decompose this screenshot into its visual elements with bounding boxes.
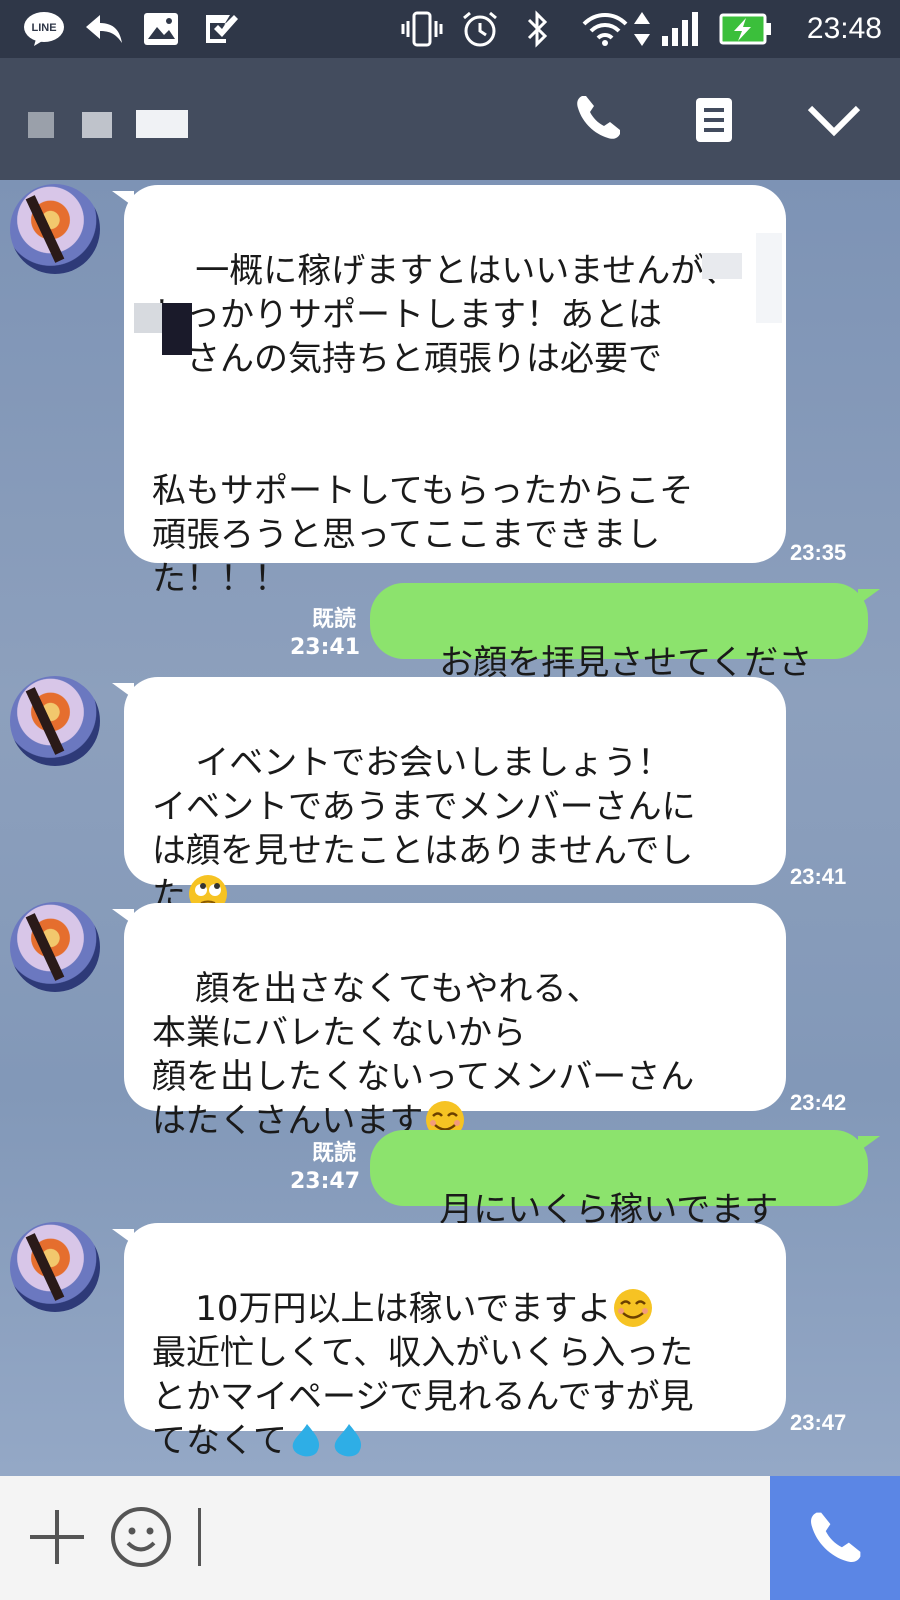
message-text: 最近忙しくて、収入がいくら入った とかマイページで見れるんですが見 てなくて	[152, 1333, 694, 1461]
message-timestamp: 23:47	[790, 1410, 847, 1435]
message-timestamp: 23:35	[790, 540, 847, 565]
wifi-icon	[580, 8, 630, 50]
image-icon	[142, 8, 180, 50]
chevron-down-icon[interactable]	[806, 102, 862, 138]
smile-emoji	[614, 1289, 653, 1327]
alarm-icon	[460, 8, 500, 50]
message-composer	[0, 1476, 900, 1600]
message-bubble-incoming[interactable]: 一概に稼げますとはいいませんが、 しっかりサポートします！あとは さんの気持ちと…	[112, 185, 786, 599]
svg-text:LINE: LINE	[31, 22, 56, 34]
redacted-text	[702, 253, 742, 279]
phone-icon	[811, 1512, 861, 1562]
contact-name-redacted[interactable]	[26, 110, 196, 140]
redacted-text	[756, 233, 782, 323]
message-timestamp: 23:41	[790, 864, 847, 889]
reply-icon	[82, 8, 126, 50]
message-text: 一概に稼げますとはいいませんが、 しっかりサポートします！あとは さんの気持ちと…	[152, 251, 738, 599]
message-timestamp: 23:42	[790, 1090, 847, 1115]
battery-charging-icon	[718, 8, 774, 50]
clock: 23:48	[806, 12, 882, 45]
message-bubble-outgoing[interactable]: お顔を拝見させてください	[370, 583, 880, 727]
message-input[interactable]	[198, 1508, 201, 1566]
avatar[interactable]	[10, 902, 100, 992]
sweat-drops-emoji	[292, 1424, 362, 1457]
message-text: 10万円以上は稼いでますよ	[195, 1289, 612, 1329]
redacted-text	[162, 303, 192, 355]
read-receipt: 既読 23:47	[290, 1141, 361, 1194]
plus-icon[interactable]	[28, 1508, 86, 1566]
data-arrows-icon	[630, 8, 654, 50]
message-bubble-incoming[interactable]: イベントでお会いしましょう！ イベントであうまでメンバーさんに は顔を見せたこと…	[112, 677, 786, 915]
vibrate-icon	[400, 8, 444, 50]
checklist-icon	[200, 8, 240, 50]
message-text: イベントでお会いしましょう！ イベントであうまでメンバーさんに は顔を見せたこと…	[152, 743, 696, 915]
avatar[interactable]	[10, 184, 100, 274]
message-bubble-outgoing[interactable]: 月にいくら稼いでますか？	[370, 1130, 880, 1274]
message-bubble-incoming[interactable]: 顔を出さなくてもやれる、 本業にバレたくないから 顔を出したくないってメンバーさ…	[112, 903, 786, 1141]
status-bar: LINE 23:48	[0, 0, 900, 58]
signal-icon	[660, 8, 700, 50]
chat-area[interactable]: 一概に稼げますとはいいませんが、 しっかりサポートします！あとは さんの気持ちと…	[0, 180, 900, 1476]
voice-call-button[interactable]	[770, 1476, 900, 1600]
read-receipt: 既読 23:41	[290, 607, 361, 660]
bluetooth-icon	[520, 8, 554, 50]
message-bubble-incoming[interactable]: 10万円以上は稼いでますよ 最近忙しくて、収入がいくら入った とかマイページで見…	[112, 1223, 786, 1461]
line-app-icon: LINE	[22, 8, 66, 50]
emoji-picker-icon[interactable]	[110, 1506, 172, 1568]
chat-header	[0, 58, 900, 180]
avatar[interactable]	[10, 1222, 100, 1312]
avatar[interactable]	[10, 676, 100, 766]
call-icon[interactable]	[572, 92, 624, 144]
notes-icon[interactable]	[694, 96, 734, 144]
